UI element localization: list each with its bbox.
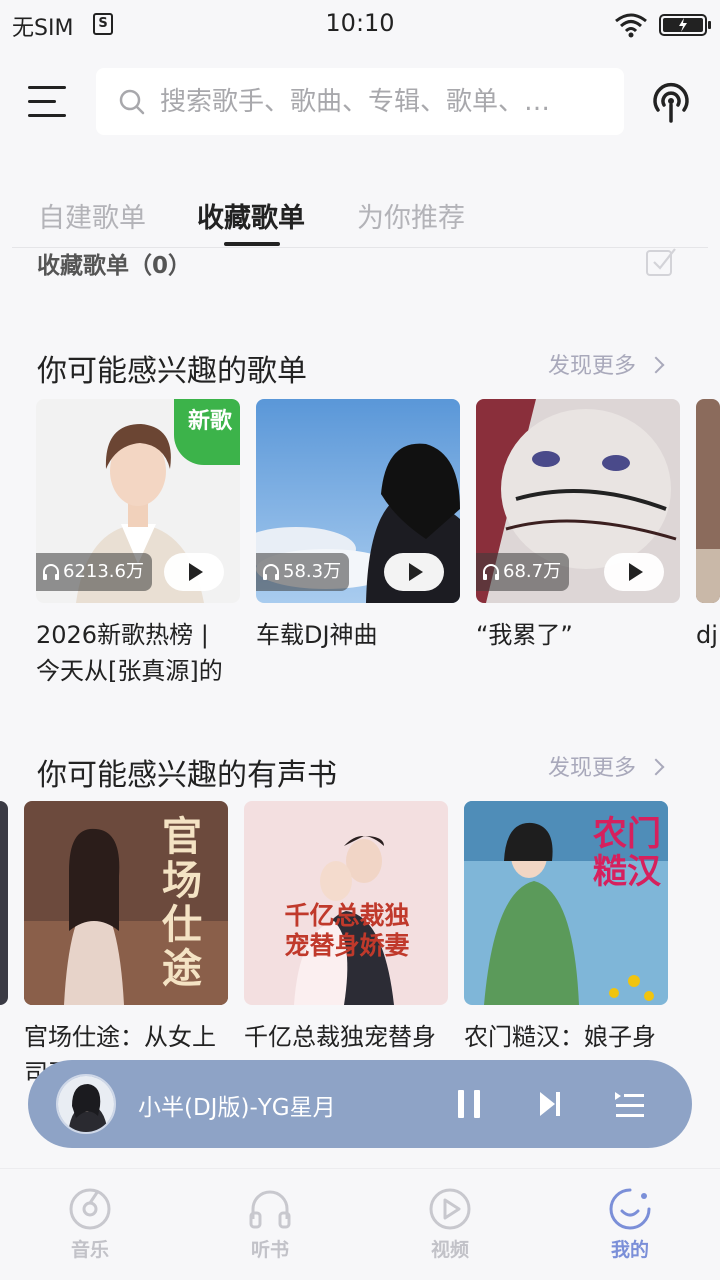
playlist-cover: 68.7万 — [476, 399, 680, 603]
more-label: 发现更多 — [548, 756, 637, 781]
play-count-value: 6213.6万 — [63, 561, 144, 582]
nav-music[interactable]: 音乐 — [30, 1169, 150, 1280]
nav-label: 我的 — [610, 1239, 649, 1261]
playlist-title: 2026新歌热榜 | 今天从[张真源]的 — [36, 621, 223, 685]
now-playing-cover — [56, 1074, 116, 1134]
more-label: 发现更多 — [548, 354, 637, 379]
menu-button[interactable] — [28, 84, 68, 120]
nav-label: 听书 — [250, 1239, 289, 1261]
play-button[interactable] — [164, 553, 224, 591]
audiobook-cover: 千亿总裁独宠替身娇妻 — [244, 801, 448, 1005]
headphones-icon — [263, 564, 279, 580]
audiobook-card[interactable]: 农门糙汉 农门糙汉：娘子身软体娇 — [464, 801, 668, 1091]
new-song-badge: 新歌 — [174, 399, 240, 465]
nav-label: 视频 — [430, 1239, 469, 1261]
playlist-cover — [696, 399, 720, 603]
search-input[interactable] — [160, 68, 600, 135]
playlist-card[interactable]: 68.7万 “我累了” — [476, 399, 680, 653]
playlist-card[interactable]: dj — [696, 399, 720, 653]
tab-custom-playlists[interactable]: 自建歌单 — [38, 196, 146, 235]
nav-audiobooks[interactable]: 听书 — [210, 1169, 330, 1280]
status-bar: 无SIM S 10:10 — [0, 0, 720, 50]
chevron-right-icon — [647, 356, 665, 374]
nav-label: 音乐 — [70, 1239, 109, 1261]
checkbox-icon[interactable] — [645, 245, 677, 277]
play-button[interactable] — [384, 553, 444, 591]
favorites-header: 收藏歌单（0） — [37, 253, 192, 279]
music-disc-icon — [69, 1188, 111, 1230]
audiobook-cover: 官场仕途 — [24, 801, 228, 1005]
play-button[interactable] — [604, 553, 664, 591]
headphones-icon — [249, 1190, 291, 1229]
play-count: 68.7万 — [476, 553, 570, 591]
play-count-value: 68.7万 — [503, 561, 562, 582]
playlist-queue-icon[interactable] — [614, 1090, 646, 1120]
nav-video[interactable]: 视频 — [390, 1169, 510, 1280]
playlist-card[interactable]: 58.3万 车载DJ神曲 — [256, 399, 460, 653]
tab-bar: 自建歌单 收藏歌单 为你推荐 — [0, 196, 720, 248]
play-count: 6213.6万 — [36, 553, 152, 591]
profile-smile-icon — [609, 1188, 651, 1230]
audiobook-cover-title: 农门糙汉 — [593, 814, 661, 892]
headphones-icon — [483, 564, 499, 580]
audiobook-section-title: 你可能感兴趣的有声书 — [37, 758, 337, 793]
pause-icon[interactable] — [458, 1090, 482, 1118]
chevron-right-icon — [647, 758, 665, 776]
playlist-card[interactable]: 新歌 6213.6万 2026新歌热榜 | 今天从[张真源]的 — [36, 399, 240, 689]
nav-profile[interactable]: 我的 — [570, 1169, 690, 1280]
listen-together-icon[interactable] — [648, 78, 694, 124]
now-playing-title: 小半(DJ版)-YG星月 — [138, 1095, 336, 1121]
audiobook-card[interactable]: 千亿总裁独宠替身娇妻 千亿总裁独宠替身娇妻[丑女逆袭] — [244, 801, 448, 1091]
playlist-title: dj — [696, 621, 718, 649]
playlist-title: 车载DJ神曲 — [256, 621, 378, 649]
next-track-icon[interactable] — [538, 1090, 562, 1118]
audiobook-more-link[interactable]: 发现更多 — [548, 750, 665, 782]
play-count: 58.3万 — [256, 553, 350, 591]
search-icon — [119, 89, 145, 115]
playlist-section-title: 你可能感兴趣的歌单 — [37, 354, 307, 389]
playlist-title: “我累了” — [476, 621, 573, 649]
video-play-icon — [429, 1188, 471, 1230]
audiobook-cover-partial[interactable] — [0, 801, 8, 1005]
headphones-icon — [43, 564, 59, 580]
wifi-icon — [615, 13, 647, 38]
tab-recommended[interactable]: 为你推荐 — [357, 196, 465, 235]
audiobook-cover-title: 官场仕途 — [162, 813, 202, 992]
audiobook-card[interactable]: 官场仕途 官场仕途：从女上司开始｜权力 — [24, 801, 228, 1091]
tab-indicator — [224, 242, 280, 246]
audiobook-cover: 农门糙汉 — [464, 801, 668, 1005]
playlist-cover: 新歌 6213.6万 — [36, 399, 240, 603]
playlist-more-link[interactable]: 发现更多 — [548, 348, 665, 380]
playlist-cover: 58.3万 — [256, 399, 460, 603]
search-bar[interactable] — [96, 68, 624, 135]
mini-player[interactable]: 小半(DJ版)-YG星月 — [28, 1060, 692, 1148]
audiobook-cover-title: 千亿总裁独宠替身娇妻 — [284, 901, 410, 960]
battery-icon — [659, 14, 711, 36]
play-count-value: 58.3万 — [283, 561, 342, 582]
bottom-nav: 音乐 听书 视频 我的 — [0, 1168, 720, 1280]
tab-favorite-playlists[interactable]: 收藏歌单 — [197, 196, 305, 235]
clock: 10:10 — [325, 9, 395, 37]
